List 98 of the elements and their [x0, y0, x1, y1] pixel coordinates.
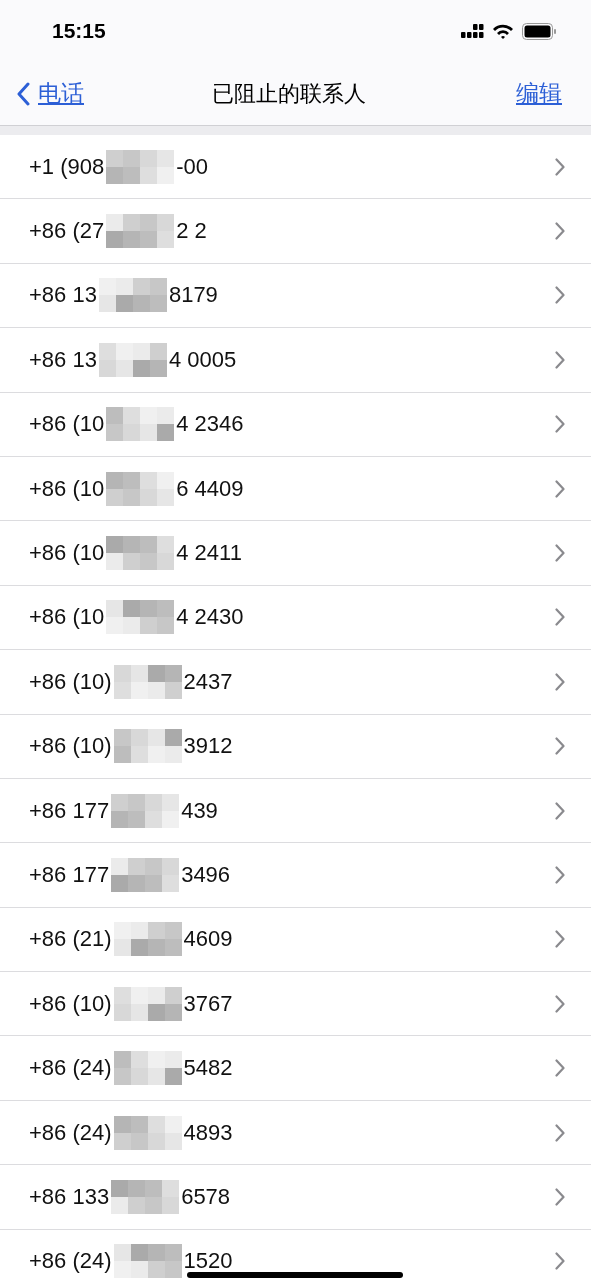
number-suffix: 4 0005: [168, 346, 237, 373]
contact-row[interactable]: +86 177 439: [0, 778, 591, 844]
number-prefix: +86 13: [29, 282, 97, 309]
number-prefix: +1 (908: [29, 153, 105, 180]
chevron-right-icon: [555, 737, 565, 756]
wifi-icon: [492, 23, 514, 39]
contact-row[interactable]: +1 (908 -00: [0, 135, 591, 200]
contact-row[interactable]: +86 (10 4 2411: [0, 521, 591, 586]
redaction-mosaic: [106, 214, 175, 249]
number-suffix: 6578: [181, 1183, 231, 1210]
redaction-mosaic: [106, 471, 175, 506]
number-prefix: +86 (24): [29, 1055, 112, 1082]
redaction-mosaic: [111, 1179, 180, 1214]
redaction-mosaic: [111, 858, 180, 892]
number-suffix: -00: [176, 153, 209, 180]
chevron-left-icon: [16, 81, 30, 106]
redaction-mosaic: [106, 149, 175, 184]
contact-row[interactable]: +86 13 8179: [0, 263, 591, 329]
chevron-right-icon: [555, 608, 565, 627]
number-suffix: 2 2: [176, 218, 207, 245]
contact-row[interactable]: +86 (24) 4893: [0, 1100, 591, 1166]
status-time: 15:15: [52, 19, 106, 43]
number-suffix: 3496: [181, 862, 231, 888]
number-suffix: 6 4409: [176, 475, 244, 502]
chevron-right-icon: [555, 544, 565, 563]
contact-row[interactable]: +86 13 4 0005: [0, 328, 591, 393]
chevron-right-icon: [555, 286, 565, 305]
redaction-mosaic: [113, 729, 182, 764]
number-prefix: +86 (10): [29, 733, 112, 760]
nav-title: 已阻止的联系人: [212, 79, 366, 108]
contact-row[interactable]: +86 (10 4 2430: [0, 585, 591, 651]
redaction-mosaic: [111, 793, 180, 828]
redaction-mosaic: [98, 278, 167, 313]
chevron-right-icon: [555, 672, 565, 691]
number-suffix: 2437: [183, 668, 233, 695]
number-prefix: +86 (10: [29, 475, 105, 502]
number-suffix: 8179: [168, 282, 218, 309]
contact-row[interactable]: +86 (27 2 2: [0, 199, 591, 264]
number-suffix: 4 2346: [176, 411, 244, 438]
number-prefix: +86 (21): [29, 926, 112, 953]
number-prefix: +86 13: [29, 346, 97, 373]
contact-row[interactable]: +86 (10 4 2346: [0, 392, 591, 457]
chevron-right-icon: [555, 350, 565, 369]
contact-row[interactable]: +86 (10) 3767: [0, 972, 591, 1037]
redaction-mosaic: [113, 1244, 182, 1279]
number-prefix: +86 (27: [29, 218, 105, 245]
contact-row[interactable]: +86 (10) 3912: [0, 714, 591, 779]
contact-row[interactable]: +86 (10 6 4409: [0, 456, 591, 522]
contact-row[interactable]: +86 (24) 5482: [0, 1036, 591, 1101]
contact-row[interactable]: +86 (21) 4609: [0, 907, 591, 973]
chevron-right-icon: [555, 1123, 565, 1142]
number-suffix: 1520: [183, 1248, 233, 1275]
chevron-right-icon: [555, 1187, 565, 1206]
contact-row[interactable]: +86 133 6578: [0, 1165, 591, 1230]
signal-icon: [461, 23, 484, 39]
chevron-right-icon: [555, 930, 565, 949]
redaction-mosaic: [113, 1115, 182, 1150]
number-prefix: +86 (10): [29, 668, 112, 695]
chevron-right-icon: [555, 994, 565, 1013]
redaction-mosaic: [106, 536, 175, 571]
number-prefix: +86 (10: [29, 411, 105, 438]
chevron-right-icon: [555, 801, 565, 820]
number-prefix: +86 (10: [29, 540, 105, 567]
number-prefix: +86 (24): [29, 1119, 112, 1146]
redaction-mosaic: [106, 407, 175, 442]
chevron-right-icon: [555, 1252, 565, 1271]
number-suffix: 4609: [183, 926, 233, 953]
number-suffix: 4 2411: [176, 540, 242, 567]
number-suffix: 3912: [183, 733, 233, 760]
number-suffix: 5482: [183, 1055, 233, 1082]
back-label[interactable]: 电话: [38, 78, 84, 109]
redaction-mosaic: [113, 922, 182, 957]
redaction-mosaic: [106, 600, 175, 635]
number-prefix: +86 (10: [29, 604, 105, 631]
redaction-mosaic: [113, 1051, 182, 1086]
number-prefix: +86 133: [29, 1183, 110, 1210]
contact-row[interactable]: +86 (10) 2437: [0, 650, 591, 715]
chevron-right-icon: [555, 157, 565, 176]
number-suffix: 439: [181, 797, 218, 824]
redaction-mosaic: [113, 986, 182, 1021]
battery-icon: [522, 22, 557, 40]
redaction-mosaic: [113, 664, 182, 699]
number-suffix: 4 2430: [176, 604, 244, 631]
number-prefix: +86 (10): [29, 990, 112, 1017]
redaction-mosaic: [98, 342, 167, 377]
number-prefix: +86 177: [29, 797, 110, 824]
number-suffix: 4893: [183, 1119, 233, 1146]
contact-row[interactable]: +86 177 3496: [0, 843, 591, 908]
number-suffix: 3767: [183, 990, 233, 1017]
chevron-right-icon: [555, 1059, 565, 1078]
number-prefix: +86 177: [29, 862, 110, 888]
chevron-right-icon: [555, 415, 565, 434]
chevron-right-icon: [555, 222, 565, 241]
back-button[interactable]: 电话: [16, 78, 84, 109]
chevron-right-icon: [555, 866, 565, 884]
chevron-right-icon: [555, 479, 565, 498]
number-prefix: +86 (24): [29, 1248, 112, 1275]
edit-link[interactable]: 编辑: [516, 78, 562, 109]
